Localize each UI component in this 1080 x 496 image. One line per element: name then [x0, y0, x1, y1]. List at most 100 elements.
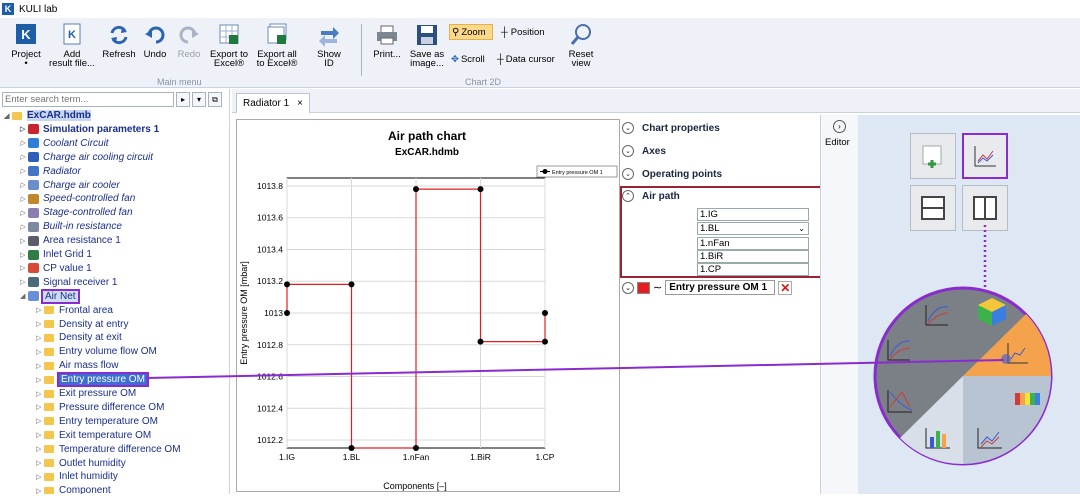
undo-button[interactable]: Undo — [140, 22, 170, 59]
expand-arrow-icon[interactable]: ▷ — [36, 459, 44, 467]
tree-item[interactable]: ▷ Inlet Grid 1 — [20, 248, 92, 261]
tree-item[interactable]: ▷ Pressure difference OM — [36, 401, 164, 414]
tree-item[interactable]: ▷ Density at exit — [36, 331, 122, 344]
expand-arrow-icon[interactable]: ▷ — [36, 348, 44, 356]
expand-arrow-icon[interactable]: ▷ — [36, 487, 44, 494]
editor-label[interactable]: Editor — [825, 137, 850, 148]
expand-arrow-icon[interactable]: ▷ — [36, 320, 44, 328]
print-button[interactable]: Print... — [370, 22, 404, 59]
tree-item[interactable]: ▷ Entry volume flow OM — [36, 345, 157, 358]
tab-radiator-1[interactable]: Radiator 1 × — [236, 93, 310, 113]
line-style-icon[interactable]: ∼ — [653, 281, 662, 294]
expand-arrow-icon[interactable]: ▷ — [20, 251, 28, 259]
air-path-dropdown[interactable]: 1.BL ⌄ — [697, 222, 809, 235]
show-id-button[interactable]: Show ID — [313, 22, 345, 68]
expand-arrow-icon[interactable]: ▷ — [20, 195, 28, 203]
expand-arrow-icon[interactable]: ▷ — [36, 376, 44, 384]
collapse-arrow-icon[interactable]: ◢ — [20, 292, 28, 300]
data-cursor-button[interactable]: ┼ Data cursor — [495, 51, 557, 67]
search-options-button[interactable]: ▸ — [176, 92, 190, 107]
expand-arrow-icon[interactable]: ▷ — [20, 181, 28, 189]
tree-item[interactable]: ◢ ExCAR.hdmb — [4, 109, 91, 122]
air-path-item[interactable]: 1.nFan — [697, 237, 809, 250]
expand-arrow-icon[interactable]: ▷ — [36, 431, 44, 439]
expand-arrow-icon[interactable]: ▷ — [20, 167, 28, 175]
tree-item[interactable]: ▷ Frontal area — [36, 304, 113, 317]
expand-arrow-icon[interactable]: ▷ — [20, 125, 28, 133]
expand-icon: ⌄ — [622, 122, 634, 134]
expand-icon[interactable]: ⌄ — [622, 281, 634, 294]
y-tick-label: 1013.2 — [257, 276, 283, 286]
redo-button[interactable]: Redo — [174, 22, 204, 59]
delete-series-icon[interactable]: ✕ — [778, 280, 793, 295]
zoom-button[interactable]: ⚲ Zoom — [449, 24, 493, 40]
expand-arrow-icon[interactable]: ▷ — [36, 334, 44, 342]
chevron-right-icon[interactable]: › — [833, 120, 846, 133]
expand-arrow-icon[interactable]: ▷ — [20, 139, 28, 147]
tree-item[interactable]: ▷ CP value 1 — [20, 262, 92, 275]
tree-item[interactable]: ▷ Component — [36, 484, 111, 494]
air-path-item[interactable]: 1.CP — [697, 263, 809, 276]
close-icon[interactable]: × — [297, 98, 303, 109]
expand-arrow-icon[interactable]: ▷ — [36, 362, 44, 370]
section-axes[interactable]: ⌄ Axes — [622, 145, 666, 157]
tree-item[interactable]: ▷ Entry pressure OM — [36, 372, 149, 388]
export-excel-button[interactable]: Export to Excel® — [207, 22, 251, 68]
series-name-field[interactable]: Entry pressure OM 1 — [665, 280, 776, 295]
ribbon-separator — [361, 24, 362, 76]
expand-arrow-icon[interactable]: ▷ — [36, 390, 44, 398]
section-operating-points[interactable]: ⌄ Operating points — [622, 168, 722, 180]
tree-item[interactable]: ◢ Air Net — [20, 288, 80, 304]
tree-item[interactable]: ▷ Stage-controlled fan — [20, 206, 133, 219]
tree-item[interactable]: ▷ Charge air cooler — [20, 179, 120, 192]
tree-item[interactable]: ▷ Inlet humidity — [36, 470, 118, 483]
scroll-button[interactable]: ✥ Scroll — [449, 51, 487, 67]
tree-item[interactable]: ▷ Simulation parameters 1 — [20, 123, 159, 136]
tree-item[interactable]: ▷ Temperature difference OM — [36, 443, 181, 456]
tree-item[interactable]: ▷ Exit temperature OM — [36, 429, 151, 442]
tree-item[interactable]: ▷ Speed-controlled fan — [20, 192, 135, 205]
tree-item[interactable]: ▷ Built-in resistance — [20, 220, 122, 233]
expand-arrow-icon[interactable]: ▷ — [36, 473, 44, 481]
add-result-button[interactable]: K Add result file... — [46, 22, 98, 68]
tree-item[interactable]: ▷ Signal receiver 1 — [20, 276, 117, 289]
collapse-arrow-icon[interactable]: ◢ — [4, 112, 12, 120]
tree-item[interactable]: ▷ Coolant Circuit — [20, 137, 109, 150]
save-image-button[interactable]: Save as image... — [408, 22, 446, 68]
expand-arrow-icon[interactable]: ▷ — [36, 445, 44, 453]
series-color-swatch[interactable] — [637, 281, 650, 294]
collapse-all-icon[interactable]: ⧉ — [208, 92, 222, 107]
expand-arrow-icon[interactable]: ▷ — [36, 306, 44, 314]
add-chart-button[interactable] — [910, 133, 956, 179]
tree-item[interactable]: ▷ Exit pressure OM — [36, 387, 136, 400]
project-button[interactable]: K Project • — [8, 22, 44, 68]
tree-item[interactable]: ▷ Charge air cooling circuit — [20, 151, 153, 164]
export-all-excel-button[interactable]: Export all to Excel® — [254, 22, 300, 68]
reset-view-button[interactable]: Reset view — [565, 22, 597, 68]
split-horizontal-button[interactable] — [910, 185, 956, 231]
tree-item[interactable]: ▷ Air mass flow — [36, 359, 118, 372]
split-vertical-button[interactable] — [962, 185, 1008, 231]
refresh-button[interactable]: Refresh — [100, 22, 138, 59]
tree-item[interactable]: ▷ Outlet humidity — [36, 457, 126, 470]
chart-type-button[interactable] — [962, 133, 1008, 179]
expand-arrow-icon[interactable]: ▷ — [20, 278, 28, 286]
expand-arrow-icon[interactable]: ▷ — [20, 209, 28, 217]
position-button[interactable]: ┼ Position — [499, 24, 547, 40]
air-path-item[interactable]: 1.BiR — [697, 250, 809, 263]
tree-item[interactable]: ▷ Entry temperature OM — [36, 415, 158, 428]
data-point — [284, 310, 290, 316]
expand-arrow-icon[interactable]: ▷ — [20, 153, 28, 161]
tree-item[interactable]: ▷ Area resistance 1 — [20, 234, 121, 247]
search-input[interactable] — [2, 92, 174, 107]
dropdown-arrow-icon[interactable]: ▾ — [192, 92, 206, 107]
tree-item[interactable]: ▷ Radiator — [20, 165, 81, 178]
expand-arrow-icon[interactable]: ▷ — [36, 403, 44, 411]
expand-arrow-icon[interactable]: ▷ — [20, 264, 28, 272]
expand-arrow-icon[interactable]: ▷ — [20, 237, 28, 245]
air-path-item[interactable]: 1.IG — [697, 208, 809, 221]
expand-arrow-icon[interactable]: ▷ — [20, 223, 28, 231]
expand-arrow-icon[interactable]: ▷ — [36, 417, 44, 425]
section-chart-properties[interactable]: ⌄ Chart properties — [622, 122, 720, 134]
tree-item[interactable]: ▷ Density at entry — [36, 318, 128, 331]
